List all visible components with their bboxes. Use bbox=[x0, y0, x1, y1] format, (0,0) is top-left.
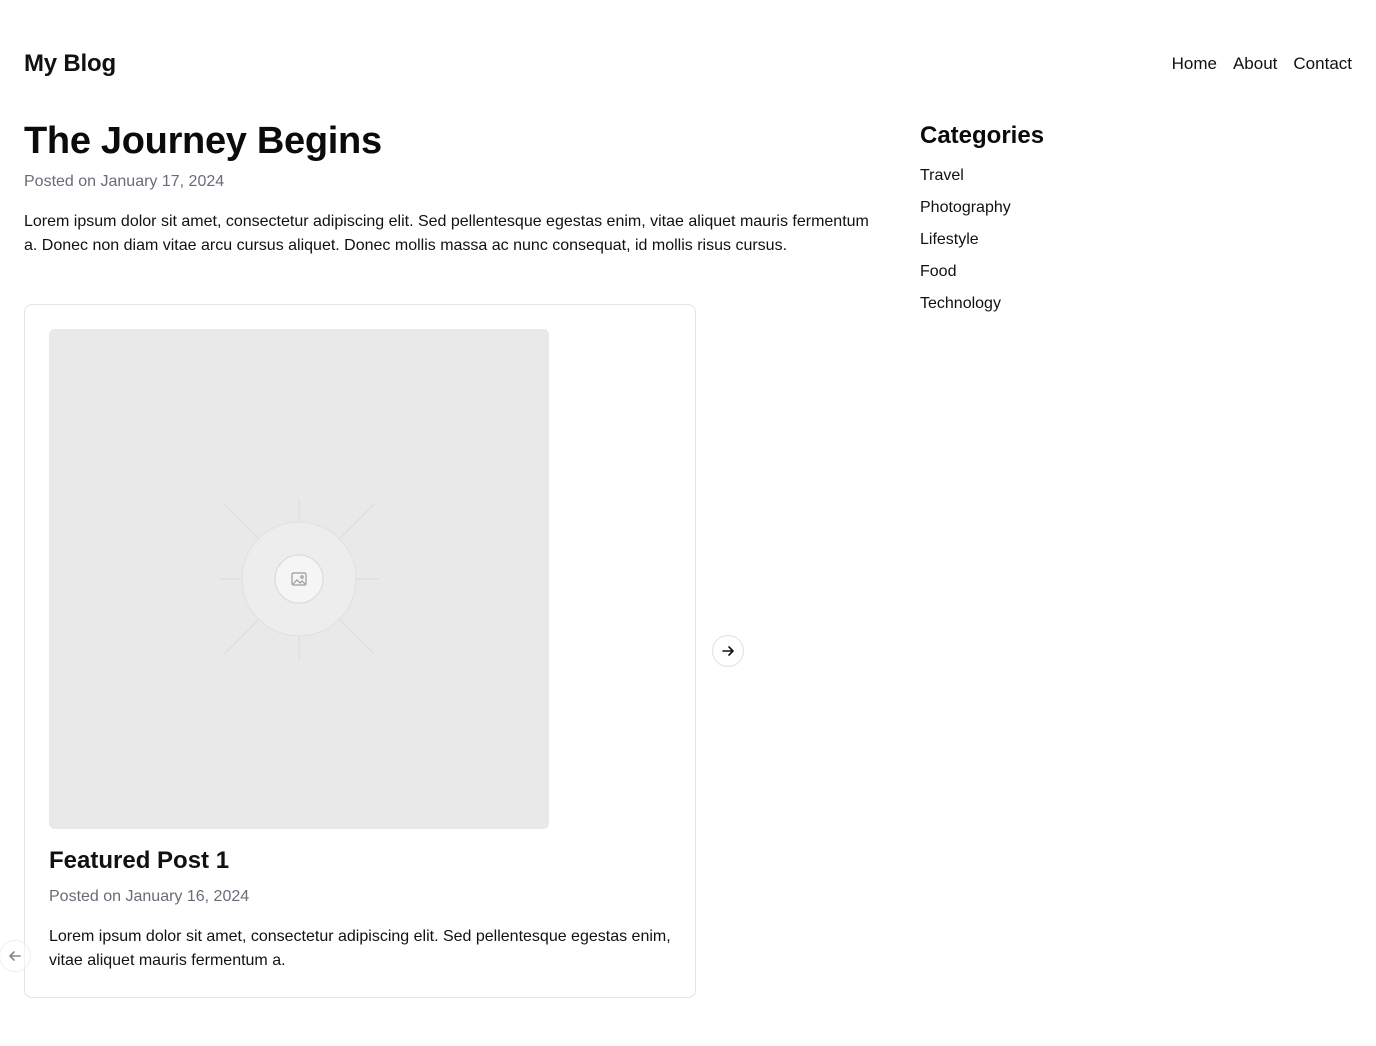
category-item-travel[interactable]: Travel bbox=[920, 164, 1352, 188]
site-header: My Blog Home About Contact bbox=[24, 46, 1352, 82]
post-title: The Journey Begins bbox=[24, 120, 382, 162]
featured-carousel: Featured Post 1 Posted on January 16, 20… bbox=[0, 304, 696, 998]
sidebar-title: Categories bbox=[920, 122, 1045, 149]
post-date: Posted on January 17, 2024 bbox=[24, 173, 225, 190]
nav-link-home[interactable]: Home bbox=[1172, 54, 1217, 74]
featured-post-title[interactable]: Featured Post 1 bbox=[49, 845, 229, 877]
carousel-next-button[interactable] bbox=[712, 635, 744, 667]
nav-link-contact[interactable]: Contact bbox=[1293, 54, 1352, 74]
nav-link-about[interactable]: About bbox=[1233, 54, 1277, 74]
category-item-food[interactable]: Food bbox=[920, 260, 1352, 284]
image-placeholder-icon bbox=[219, 499, 379, 659]
featured-post-excerpt: Lorem ipsum dolor sit amet, consectetur … bbox=[49, 928, 671, 969]
carousel-prev-button[interactable] bbox=[0, 940, 31, 972]
featured-post-date: Posted on January 16, 2024 bbox=[49, 888, 250, 905]
category-item-technology[interactable]: Technology bbox=[920, 292, 1352, 316]
main-nav: Home About Contact bbox=[1172, 54, 1352, 74]
post-article: The Journey Begins Posted on January 17,… bbox=[24, 118, 872, 258]
categories-sidebar: Categories Travel Photography Lifestyle … bbox=[920, 120, 1352, 324]
featured-post-image[interactable] bbox=[49, 329, 549, 829]
site-title[interactable]: My Blog bbox=[24, 50, 116, 78]
arrow-right-icon bbox=[722, 646, 734, 656]
category-item-photography[interactable]: Photography bbox=[920, 196, 1352, 220]
arrow-left-icon bbox=[9, 951, 21, 961]
category-item-lifestyle[interactable]: Lifestyle bbox=[920, 228, 1352, 252]
category-list: Travel Photography Lifestyle Food Techno… bbox=[920, 164, 1352, 316]
post-body: Lorem ipsum dolor sit amet, consectetur … bbox=[24, 213, 869, 254]
